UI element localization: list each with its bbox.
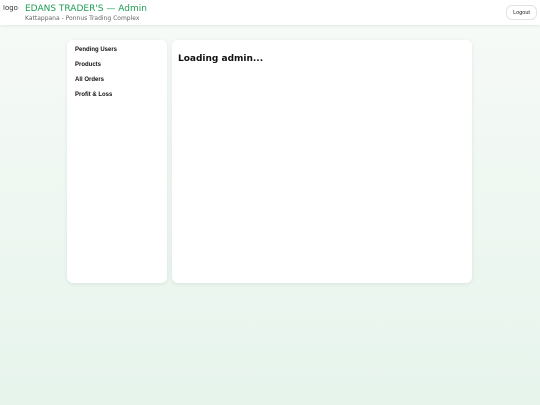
app-title: EDANS TRADER'S — Admin (25, 4, 147, 14)
logo-image: logo (3, 5, 18, 12)
sidebar-item-profit-loss[interactable]: Profit & Loss (75, 92, 112, 98)
top-bar: logo EDANS TRADER'S — Admin Kattappana -… (0, 0, 540, 25)
logout-button[interactable]: Logout (506, 5, 537, 20)
loading-status: Loading admin... (178, 54, 264, 64)
sidebar-item-all-orders[interactable]: All Orders (75, 77, 104, 83)
main-panel: Loading admin... (172, 40, 472, 283)
sidebar: Pending Users Products All Orders Profit… (67, 40, 167, 283)
sidebar-item-pending-users[interactable]: Pending Users (75, 47, 117, 53)
sidebar-item-products[interactable]: Products (75, 62, 101, 68)
app-subtitle: Kattappana - Ponnus Trading Complex (25, 15, 140, 22)
